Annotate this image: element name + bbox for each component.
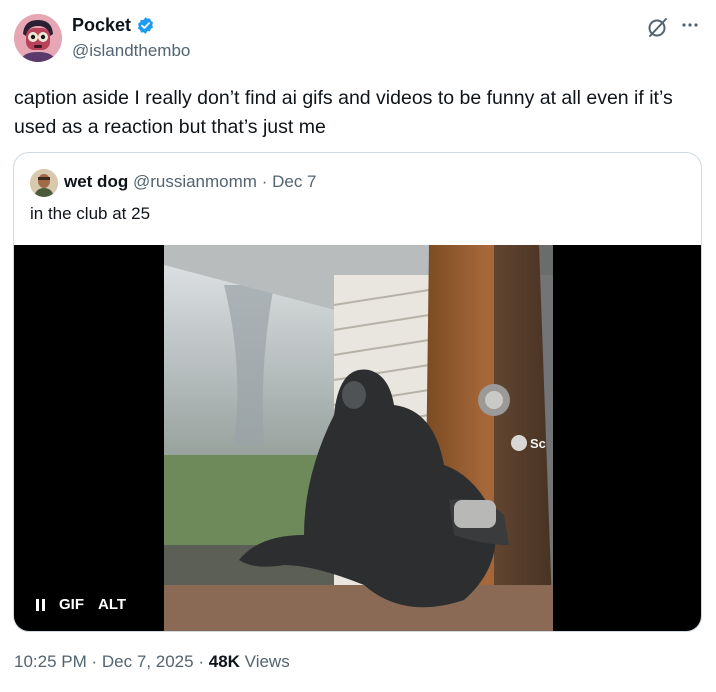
views-label: Views bbox=[244, 652, 290, 671]
author-handle[interactable]: @islandthembo bbox=[72, 41, 190, 61]
author-avatar[interactable] bbox=[14, 14, 62, 62]
quoted-tweet-text: in the club at 25 bbox=[30, 204, 151, 223]
quoted-author-avatar[interactable] bbox=[30, 169, 58, 197]
views-count[interactable]: 48K bbox=[209, 652, 240, 671]
grok-icon[interactable] bbox=[647, 16, 669, 38]
quoted-author-name[interactable]: wet dog bbox=[64, 172, 128, 191]
author-name-row: Pocket bbox=[72, 15, 155, 36]
tweet-time[interactable]: 10:25 PM bbox=[14, 652, 87, 671]
tweet-text: caption aside I really don’t find ai gif… bbox=[14, 87, 673, 138]
footer-separator: · bbox=[91, 652, 98, 671]
gif-controls: GIF ALT bbox=[36, 596, 126, 613]
pause-icon[interactable] bbox=[36, 598, 45, 611]
gif-media[interactable]: Sc GIF ALT bbox=[14, 245, 701, 631]
more-options-icon[interactable] bbox=[678, 14, 702, 38]
verified-badge-icon bbox=[136, 16, 155, 35]
quoted-date[interactable]: Dec 7 bbox=[272, 172, 316, 191]
quoted-separator: · bbox=[261, 172, 268, 191]
quoted-author-handle[interactable]: @russianmomm bbox=[133, 172, 257, 191]
gif-badge[interactable]: GIF bbox=[59, 596, 84, 613]
footer-separator: · bbox=[198, 652, 204, 671]
tweet-footer: 10:25 PM · Dec 7, 2025 · 48K Views bbox=[14, 652, 290, 672]
tweet: Pocket @islandthembo caption aside I rea… bbox=[0, 0, 716, 692]
gif-frame-image: Sc bbox=[164, 245, 553, 631]
tweet-date[interactable]: Dec 7, 2025 bbox=[102, 652, 194, 671]
watermark-text: Sc bbox=[530, 436, 546, 451]
quoted-tweet[interactable]: wet dog @russianmomm · Dec 7 in the club… bbox=[13, 152, 702, 632]
alt-text-badge[interactable]: ALT bbox=[98, 596, 126, 613]
quoted-meta: wet dog @russianmomm · Dec 7 bbox=[64, 172, 317, 192]
author-name[interactable]: Pocket bbox=[72, 15, 131, 36]
